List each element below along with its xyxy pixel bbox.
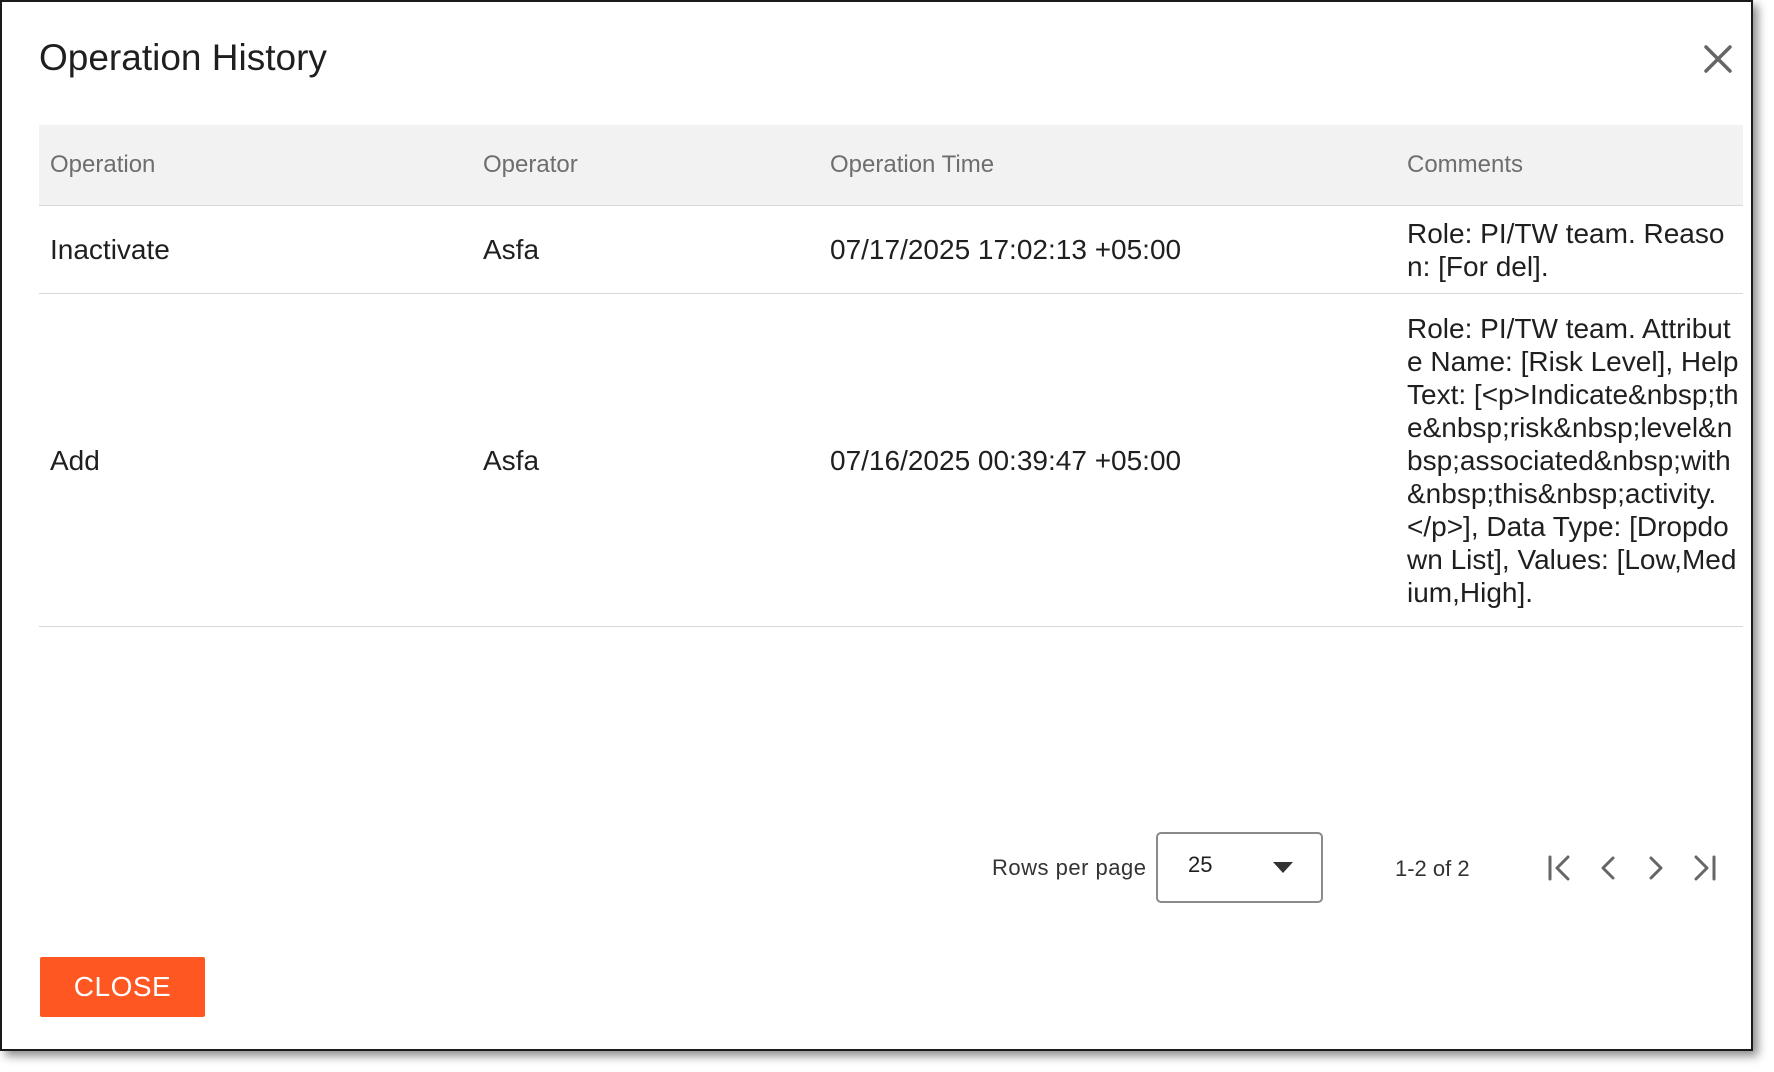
previous-page-icon[interactable] bbox=[1590, 850, 1626, 886]
rows-per-page-select[interactable]: 25 bbox=[1156, 832, 1323, 903]
table-row[interactable]: Add Asfa 07/16/2025 00:39:47 +05:00 Role… bbox=[39, 294, 1743, 627]
cell-operator: Asfa bbox=[483, 234, 540, 265]
cell-operation: Inactivate bbox=[50, 234, 170, 265]
cell-comments: Role: PI/TW team. Attribute Name: [Risk … bbox=[1407, 312, 1739, 608]
close-button[interactable]: CLOSE bbox=[40, 957, 205, 1017]
table-row[interactable]: Inactivate Asfa 07/17/2025 17:02:13 +05:… bbox=[39, 206, 1743, 294]
column-header-operation[interactable]: Operation bbox=[39, 151, 472, 179]
column-header-operation-time[interactable]: Operation Time bbox=[819, 151, 1396, 179]
last-page-icon[interactable] bbox=[1686, 850, 1722, 886]
cell-operation: Add bbox=[50, 444, 100, 476]
operation-history-dialog: Operation History Operation Operator Ope… bbox=[0, 0, 1753, 1051]
cell-operator: Asfa bbox=[483, 444, 540, 476]
rows-per-page-label: Rows per page bbox=[992, 855, 1147, 880]
dialog-title: Operation History bbox=[39, 37, 327, 78]
cell-operation-time: 07/16/2025 00:39:47 +05:00 bbox=[830, 444, 1182, 476]
pagination-bar: Rows per page 25 1-2 of 2 bbox=[2, 832, 1755, 904]
column-header-operator[interactable]: Operator bbox=[472, 151, 819, 179]
rows-per-page-value: 25 bbox=[1188, 852, 1213, 877]
next-page-icon[interactable] bbox=[1638, 850, 1674, 886]
first-page-icon[interactable] bbox=[1542, 850, 1578, 886]
operation-history-table: Operation Operator Operation Time Commen… bbox=[39, 125, 1743, 627]
cell-comments: Role: PI/TW team. Reason: [For del]. bbox=[1407, 217, 1725, 282]
table-header: Operation Operator Operation Time Commen… bbox=[39, 125, 1743, 206]
cell-operation-time: 07/17/2025 17:02:13 +05:00 bbox=[830, 234, 1182, 265]
pagination-range: 1-2 of 2 bbox=[1395, 856, 1470, 881]
close-icon[interactable] bbox=[1698, 39, 1738, 79]
chevron-down-icon bbox=[1273, 862, 1293, 873]
column-header-comments[interactable]: Comments bbox=[1396, 151, 1743, 179]
